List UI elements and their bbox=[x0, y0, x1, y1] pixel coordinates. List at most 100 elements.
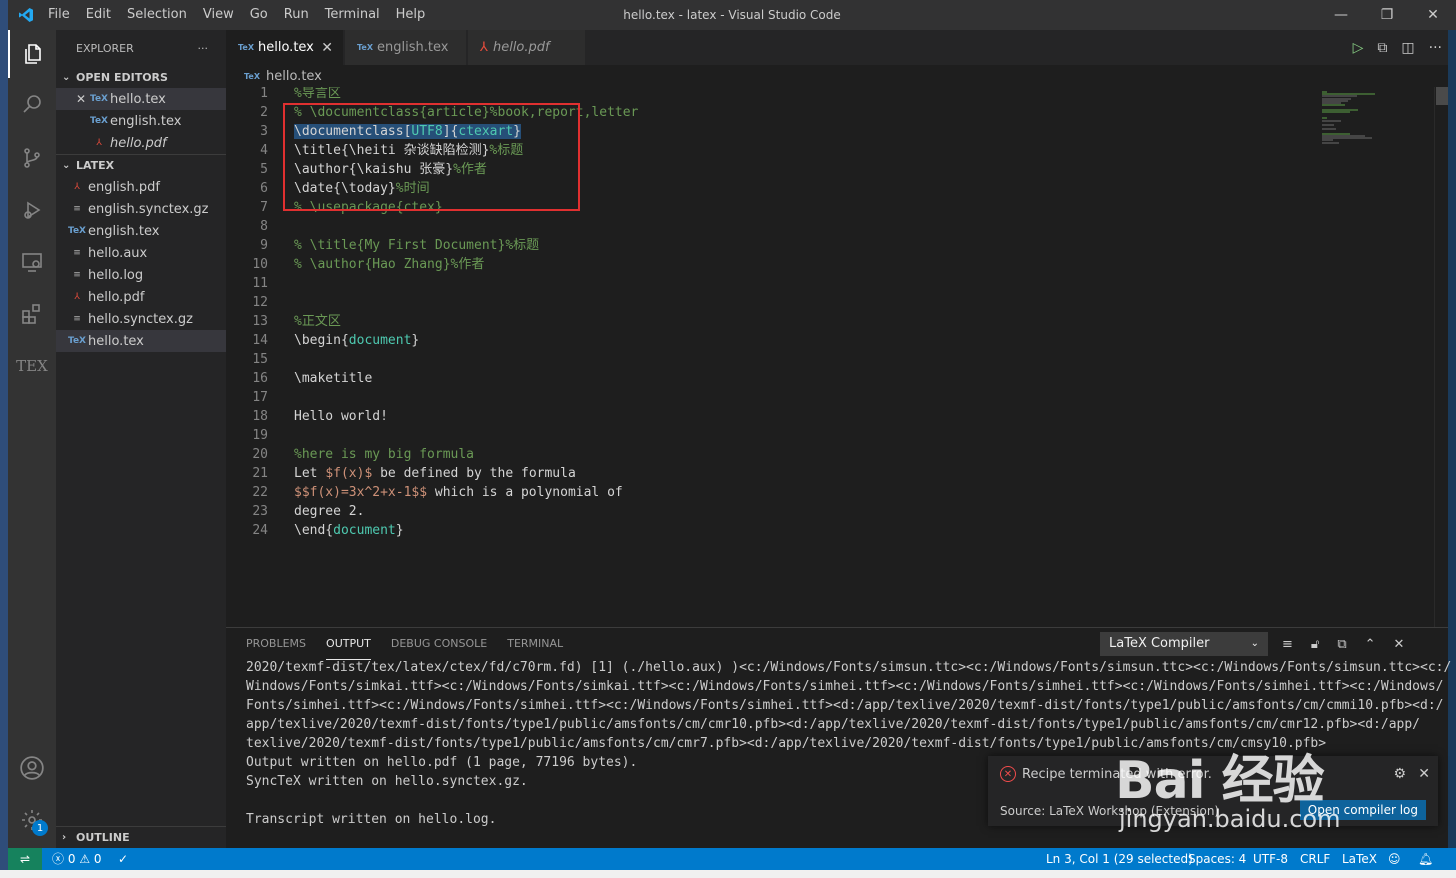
file-tree-item[interactable]: TeX hello.tex bbox=[56, 330, 226, 352]
menu-item-selection[interactable]: Selection bbox=[119, 0, 195, 30]
minimap-line bbox=[1322, 124, 1334, 126]
minimize-icon[interactable]: — bbox=[1318, 0, 1364, 30]
explorer-title: EXPLORER bbox=[76, 41, 134, 55]
problems-indicator[interactable]: ⓧ 0 ⚠ 0 bbox=[52, 848, 102, 870]
more-icon[interactable]: ··· bbox=[1429, 40, 1442, 56]
run-debug-icon[interactable] bbox=[8, 186, 56, 234]
file-tree-item[interactable]: ⅄ english.pdf bbox=[56, 176, 226, 198]
output-line: Fonts/simhei.ttf><c:/Windows/Fonts/simhe… bbox=[246, 698, 1444, 713]
latex-folder-section[interactable]: ⌄ LATEX bbox=[56, 154, 226, 176]
line-ending[interactable]: CRLF bbox=[1300, 848, 1330, 870]
panel-tab-problems[interactable]: PROBLEMS bbox=[246, 628, 306, 660]
close-editor-icon[interactable]: ✕ bbox=[76, 92, 90, 106]
code-text: \date{\today}%时间 bbox=[294, 181, 430, 196]
encoding[interactable]: UTF-8 bbox=[1253, 848, 1288, 870]
indentation[interactable]: Spaces: 4 bbox=[1188, 848, 1246, 870]
notifications-bell-icon[interactable]: 🔔︎ bbox=[1418, 848, 1433, 870]
pdf-file-icon: ⅄ bbox=[74, 182, 80, 192]
source-control-icon[interactable] bbox=[8, 134, 56, 182]
code-text: % \documentclass{article}%book,report,le… bbox=[294, 105, 639, 120]
close-tab-icon[interactable]: ✕ bbox=[321, 40, 333, 56]
accounts-icon[interactable] bbox=[8, 744, 56, 792]
search-icon[interactable] bbox=[8, 80, 56, 128]
extensions-icon[interactable] bbox=[8, 290, 56, 338]
settings-gear-icon[interactable]: 1 bbox=[8, 796, 56, 844]
code-line: 19 bbox=[226, 426, 1314, 445]
more-actions-icon[interactable]: ··· bbox=[198, 42, 209, 55]
open-compiler-log-button[interactable]: Open compiler log bbox=[1299, 800, 1426, 820]
code-text: \maketitle bbox=[294, 371, 373, 386]
tex-icon[interactable]: TEX bbox=[8, 342, 56, 390]
code-line: 5 \author{\kaishu 张豪}%作者 bbox=[226, 160, 1314, 179]
outline-section[interactable]: › OUTLINE bbox=[56, 826, 226, 848]
code-line: 13 %正文区 bbox=[226, 312, 1314, 331]
panel-tabs: PROBLEMS OUTPUT DEBUG CONSOLE TERMINAL bbox=[246, 628, 563, 660]
check-icon[interactable]: ✓ bbox=[118, 848, 128, 870]
scrollbar-thumb[interactable] bbox=[1436, 87, 1448, 105]
code-line: 16 \maketitle bbox=[226, 369, 1314, 388]
gear-icon[interactable]: ⚙ bbox=[1393, 766, 1406, 782]
file-tree-item[interactable]: ≡ english.synctex.gz bbox=[56, 198, 226, 220]
maximize-panel-icon[interactable]: ⧉ bbox=[1337, 637, 1346, 652]
panel-tab-output[interactable]: OUTPUT bbox=[326, 628, 371, 660]
remote-explorer-icon[interactable] bbox=[8, 238, 56, 286]
close-icon[interactable]: ✕ bbox=[1418, 766, 1430, 782]
code-line: 12 bbox=[226, 293, 1314, 312]
code-text: % \title{My First Document}%标题 bbox=[294, 238, 540, 253]
file-tree-item[interactable]: ⅄ hello.pdf bbox=[56, 286, 226, 308]
language-mode[interactable]: LaTeX bbox=[1342, 848, 1377, 870]
editor-actions: ▷ ⧉ ◫ ··· bbox=[1353, 30, 1442, 65]
open-editor-item[interactable]: TeX english.tex bbox=[56, 110, 226, 132]
explorer-icon[interactable] bbox=[8, 30, 56, 78]
code-line: 20 %here is my big formula bbox=[226, 445, 1314, 464]
code-line: 7 % \usepackage{ctex} bbox=[226, 198, 1314, 217]
menu-item-file[interactable]: File bbox=[40, 0, 78, 30]
run-icon[interactable]: ▷ bbox=[1353, 40, 1364, 56]
breadcrumb-file[interactable]: hello.tex bbox=[266, 69, 322, 84]
file-tree-item[interactable]: ≡ hello.log bbox=[56, 264, 226, 286]
code-text: % \author{Hao Zhang}%作者 bbox=[294, 257, 485, 272]
open-editors-section[interactable]: ⌄ OPEN EDITORS bbox=[56, 66, 226, 88]
feedback-icon[interactable]: ☺ bbox=[1388, 848, 1401, 870]
editor-scrollbar[interactable] bbox=[1434, 87, 1448, 627]
code-editor[interactable]: 1 %导言区 2 % \documentclass{article}%book,rep… bbox=[226, 87, 1314, 627]
line-number: 12 bbox=[252, 295, 268, 310]
split-editor-icon[interactable]: ◫ bbox=[1401, 40, 1414, 56]
panel-tab-terminal[interactable]: TERMINAL bbox=[507, 628, 563, 660]
output-channel-select[interactable]: LaTeX Compiler ⌄ bbox=[1100, 632, 1268, 656]
remote-indicator-icon[interactable]: ⇌ bbox=[8, 848, 42, 870]
minimap[interactable] bbox=[1314, 87, 1434, 627]
preview-icon[interactable]: ⧉ bbox=[1377, 40, 1387, 56]
menu-item-run[interactable]: Run bbox=[276, 0, 317, 30]
tab-english-tex[interactable]: TeX english.tex bbox=[345, 30, 467, 65]
file-label: hello.aux bbox=[88, 245, 148, 261]
clear-output-icon[interactable]: ≡ bbox=[1282, 637, 1293, 652]
code-text: %正文区 bbox=[294, 314, 341, 329]
menu-item-go[interactable]: Go bbox=[242, 0, 276, 30]
code-text: % \usepackage{ctex} bbox=[294, 200, 443, 215]
file-tree-item[interactable]: ≡ hello.aux bbox=[56, 242, 226, 264]
close-icon[interactable]: ✕ bbox=[1410, 0, 1456, 30]
close-panel-icon[interactable]: ✕ bbox=[1394, 637, 1405, 652]
menu-item-view[interactable]: View bbox=[195, 0, 242, 30]
menu-item-edit[interactable]: Edit bbox=[78, 0, 119, 30]
open-editor-item[interactable]: ⅄ hello.pdf bbox=[56, 132, 226, 154]
tex-file-icon: TeX bbox=[68, 336, 86, 346]
file-tree-item[interactable]: TeX english.tex bbox=[56, 220, 226, 242]
file-tree-item[interactable]: ≡ hello.synctex.gz bbox=[56, 308, 226, 330]
panel-tab-debug-console[interactable]: DEBUG CONSOLE bbox=[391, 628, 487, 660]
code-line: 15 bbox=[226, 350, 1314, 369]
lock-scroll-icon[interactable]: 🔓︎ bbox=[1311, 637, 1319, 652]
open-editor-item[interactable]: ✕ TeX hello.tex bbox=[56, 88, 226, 110]
line-number: 2 bbox=[260, 105, 268, 120]
file-label: english.tex bbox=[88, 223, 160, 239]
tab-hello-pdf[interactable]: ⅄ hello.pdf bbox=[468, 30, 586, 65]
minimap-line bbox=[1322, 119, 1342, 122]
cursor-position[interactable]: Ln 3, Col 1 (29 selected) bbox=[1046, 848, 1193, 870]
menu-item-help[interactable]: Help bbox=[388, 0, 434, 30]
restore-icon[interactable]: ❐ bbox=[1364, 0, 1410, 30]
menu-item-terminal[interactable]: Terminal bbox=[317, 0, 388, 30]
chevron-up-icon[interactable]: ⌃ bbox=[1365, 637, 1376, 652]
tab-hello-tex[interactable]: TeX hello.tex ✕ bbox=[226, 30, 344, 65]
settings-badge: 1 bbox=[32, 820, 48, 836]
